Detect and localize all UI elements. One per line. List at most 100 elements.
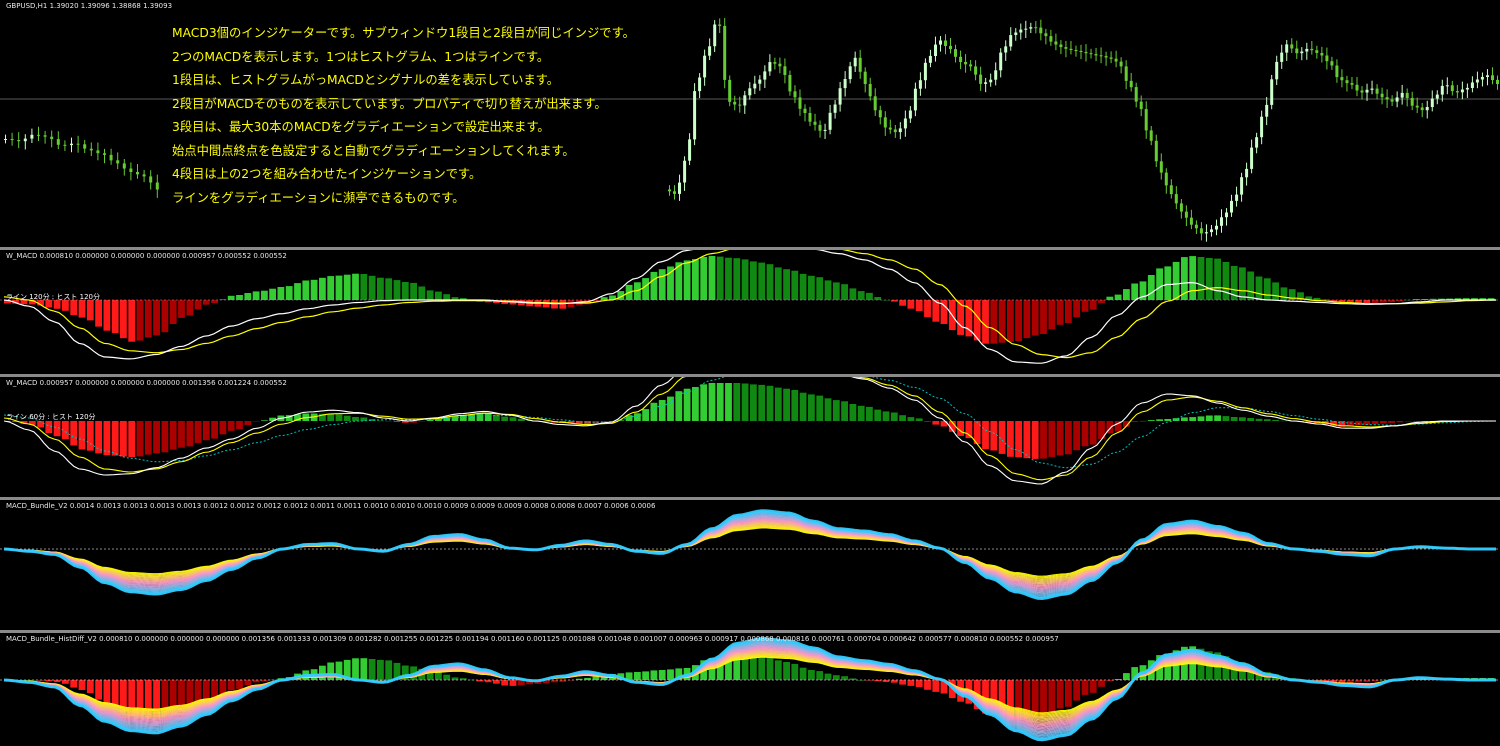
subwindow-macd-bundle[interactable]: MACD_Bundle_V2 0.0014 0.0013 0.0013 0.00…: [0, 500, 1500, 630]
histogram-bar: [816, 277, 824, 300]
histogram-bar: [1098, 680, 1105, 687]
histogram-bar: [832, 282, 840, 300]
histogram-bar: [799, 273, 807, 300]
histogram-bar: [808, 394, 815, 421]
candle-body: [923, 62, 927, 81]
candle-body: [1420, 107, 1424, 111]
histogram-bar: [161, 421, 169, 453]
candle-body: [878, 110, 882, 118]
subwindow-w-macd-2[interactable]: W_MACD 0.000957 0.000000 0.000000 0.0000…: [0, 377, 1500, 497]
histogram-bar: [841, 284, 848, 300]
histogram-bar: [128, 300, 136, 342]
candle-body: [994, 70, 998, 80]
candle-body: [1189, 217, 1193, 225]
histogram-bar: [857, 405, 865, 421]
histogram-bar: [377, 659, 384, 680]
candle-body: [1350, 83, 1354, 85]
histogram-bar: [1263, 278, 1271, 300]
histogram-bar: [808, 275, 815, 300]
subwindow-macd-bundle-histdiff[interactable]: MACD_Bundle_HistDiff_V2 0.000810 0.00000…: [0, 633, 1500, 746]
histogram-bar: [310, 279, 318, 300]
candle-body: [1034, 27, 1038, 29]
candle-body: [1109, 57, 1113, 59]
candle-body: [1044, 33, 1048, 37]
histogram-bar: [385, 660, 393, 680]
histogram-bar: [227, 680, 235, 691]
candle-body: [1430, 98, 1434, 107]
candle-body: [939, 40, 942, 45]
price-chart-pane[interactable]: GBPUSD,H1 1.39020 1.39096 1.38868 1.3909…: [0, 0, 1500, 247]
subwindow-w-macd-1[interactable]: W_MACD 0.000810 0.000000 0.000000 0.0000…: [0, 250, 1500, 374]
histogram-bar: [982, 300, 989, 344]
histogram-bar: [103, 300, 111, 331]
candle-body: [1134, 87, 1138, 102]
histogram-bar: [169, 300, 177, 324]
histogram-bar: [1040, 421, 1047, 459]
histogram-bar: [1147, 275, 1155, 300]
histogram-bar: [1413, 421, 1420, 422]
histogram-bar: [1040, 300, 1047, 334]
histogram-bar: [435, 672, 442, 680]
candle-body: [1410, 98, 1414, 106]
candle-body: [1300, 51, 1304, 54]
histogram-bar: [750, 261, 757, 300]
histogram-bar: [1131, 421, 1139, 422]
histogram-bar: [1239, 417, 1246, 421]
histogram-bar: [708, 383, 716, 421]
histogram-bar: [1272, 419, 1279, 421]
candle-body: [1235, 194, 1239, 201]
candle-body: [1335, 65, 1339, 78]
histogram-bar: [70, 680, 78, 688]
histogram-bar: [1040, 680, 1047, 717]
histogram-bar: [360, 274, 368, 300]
histogram-bar: [650, 402, 658, 421]
histogram-bar: [352, 658, 359, 680]
histogram-bar: [501, 680, 509, 686]
histogram-bar: [841, 676, 848, 680]
candle-body: [1225, 212, 1228, 218]
histogram-bar: [95, 680, 102, 700]
histogram-bar: [410, 282, 417, 300]
histogram-bar: [78, 421, 86, 450]
candle-body: [688, 139, 692, 161]
histogram-bar: [393, 280, 401, 300]
histogram-bar: [1247, 418, 1255, 421]
histogram-bar: [642, 409, 649, 421]
candle-body: [1204, 232, 1208, 234]
histogram-bar: [111, 421, 119, 456]
candle-body: [838, 88, 842, 105]
histogram-bar: [335, 275, 343, 300]
candle-body: [823, 129, 827, 131]
candle-body: [155, 182, 159, 190]
candle-body: [1179, 203, 1183, 212]
histogram-bar: [1263, 419, 1271, 421]
histogram-bar: [277, 287, 285, 300]
candle-body: [668, 189, 671, 192]
histogram-bar: [1371, 421, 1379, 425]
candle-body: [743, 95, 747, 106]
histogram-bar: [1164, 419, 1172, 421]
candle-body: [1375, 88, 1379, 94]
candle-body: [1144, 109, 1148, 131]
histogram-bar: [1388, 421, 1395, 423]
histogram-bar: [169, 421, 177, 450]
histogram-bar: [915, 680, 923, 687]
candle-body: [1365, 89, 1369, 93]
candle-body: [833, 104, 837, 113]
candle-body: [1265, 104, 1269, 117]
annotation-line: 4段目は上の2つを組み合わせたインジケーションです。: [172, 167, 482, 181]
histogram-bar: [194, 421, 202, 443]
candle-body: [1064, 47, 1068, 49]
candle-body: [989, 79, 993, 83]
histogram-bar: [269, 288, 276, 300]
histogram-bar: [791, 390, 799, 421]
candle-body: [808, 113, 812, 122]
candle-body: [1199, 228, 1203, 234]
histogram-bar: [1056, 300, 1064, 325]
bundle-line: [3, 524, 1496, 581]
histogram-bar: [874, 409, 882, 421]
candle-body: [1440, 85, 1444, 95]
histogram-bar: [352, 417, 359, 421]
histogram-bar: [385, 278, 393, 300]
candle-body: [1059, 44, 1063, 48]
